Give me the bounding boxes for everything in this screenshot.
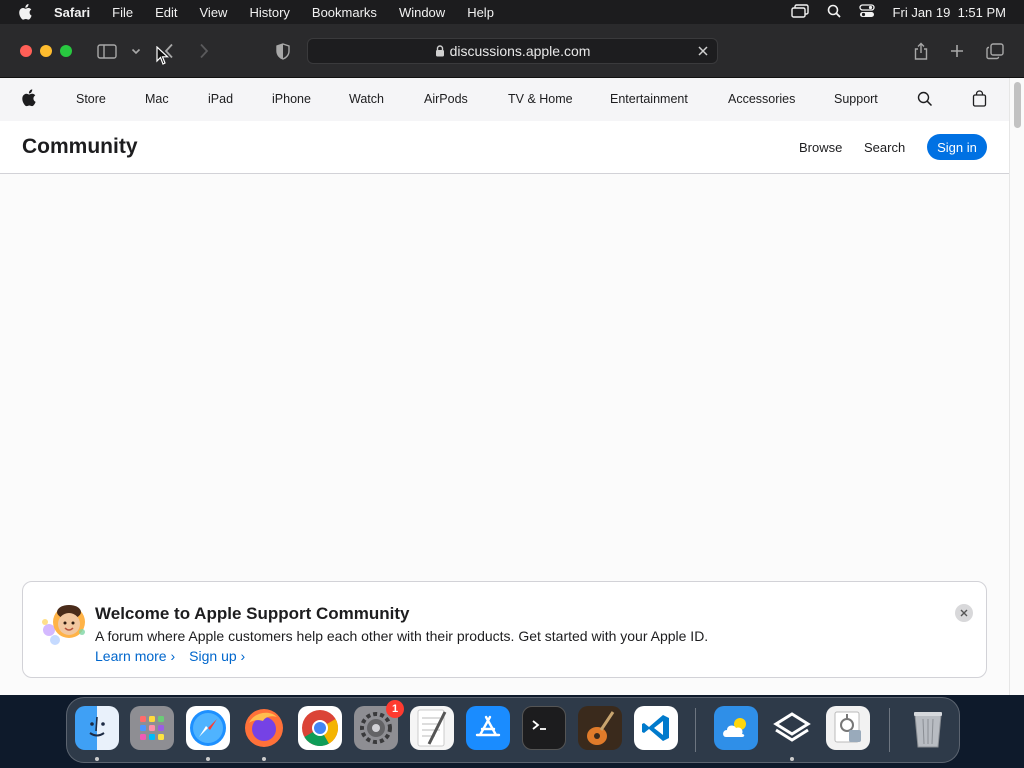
sign-up-link[interactable]: Sign up ›	[189, 648, 245, 664]
nav-airpods[interactable]: AirPods	[424, 92, 468, 106]
sign-in-button[interactable]: Sign in	[927, 134, 987, 160]
community-header: Community Browse Search Sign in	[0, 121, 1009, 174]
learn-more-link[interactable]: Learn more ›	[95, 648, 175, 664]
search-link[interactable]: Search	[864, 140, 905, 155]
memoji-avatar-icon	[39, 602, 93, 646]
url-text: discussions.apple.com	[449, 43, 591, 59]
shopping-bag-icon[interactable]	[972, 90, 987, 110]
web-viewport: Store Mac iPad iPhone Watch AirPods TV &…	[0, 78, 1009, 695]
scrollbar-thumb[interactable]	[1014, 82, 1021, 128]
menu-edit[interactable]: Edit	[155, 5, 177, 20]
welcome-links: Learn more › Sign up ›	[95, 648, 245, 664]
search-icon[interactable]	[917, 91, 933, 110]
apple-global-nav: Store Mac iPad iPhone Watch AirPods TV &…	[0, 78, 1009, 121]
safari-icon[interactable]	[186, 706, 230, 750]
trash-icon[interactable]	[906, 706, 950, 750]
menu-bar: Safari File Edit View History Bookmarks …	[0, 0, 1024, 24]
browser-toolbar: discussions.apple.com	[0, 24, 1024, 78]
firefox-running-indicator	[262, 757, 266, 761]
nav-accessories[interactable]: Accessories	[728, 92, 795, 106]
menu-view[interactable]: View	[200, 5, 228, 20]
chevron-down-icon[interactable]	[125, 40, 147, 62]
control-center-icon[interactable]	[858, 3, 875, 21]
menu-file[interactable]: File	[112, 5, 133, 20]
address-bar[interactable]: discussions.apple.com	[307, 38, 718, 64]
clear-url-icon[interactable]	[695, 43, 711, 59]
firefox-icon[interactable]	[242, 706, 286, 750]
lock-icon	[435, 45, 445, 57]
system-settings-icon[interactable]: 1	[354, 700, 404, 750]
chrome-icon[interactable]	[298, 706, 342, 750]
forward-button[interactable]	[193, 40, 215, 62]
nav-ipad[interactable]: iPad	[208, 92, 233, 106]
nav-mac[interactable]: Mac	[145, 92, 169, 106]
menu-help[interactable]: Help	[467, 5, 494, 20]
zoom-window-button[interactable]	[60, 45, 72, 57]
dock-separator-trash	[889, 708, 890, 752]
app-store-icon[interactable]	[466, 706, 510, 750]
learn-more-label: Learn more	[95, 648, 167, 664]
dock-separator	[695, 708, 696, 752]
textedit-icon[interactable]	[410, 706, 454, 750]
close-window-button[interactable]	[20, 45, 32, 57]
apple-logo-icon[interactable]	[21, 89, 36, 110]
weather-icon[interactable]	[714, 706, 758, 750]
menu-safari[interactable]: Safari	[54, 5, 90, 20]
page-scrollbar[interactable]	[1009, 78, 1024, 695]
launchpad-icon[interactable]	[130, 706, 174, 750]
page-title[interactable]: Community	[22, 135, 138, 159]
browse-link[interactable]: Browse	[799, 140, 842, 155]
nav-entertainment[interactable]: Entertainment	[610, 92, 688, 106]
spotlight-search-icon[interactable]	[827, 4, 841, 21]
terminal-icon[interactable]	[522, 706, 566, 750]
clock[interactable]: Fri Jan 19 1:51 PM	[893, 5, 1006, 20]
privacy-shield-icon[interactable]	[272, 40, 294, 62]
mouse-cursor-icon	[156, 46, 170, 65]
close-banner-button[interactable]	[955, 604, 973, 622]
sidebar-toggle-icon[interactable]	[96, 40, 118, 62]
page-content: Welcome to Apple Support Community A for…	[0, 174, 1009, 695]
nav-store[interactable]: Store	[76, 92, 106, 106]
app-running-indicator	[790, 757, 794, 761]
preview-icon[interactable]	[826, 706, 870, 750]
safari-running-indicator	[206, 757, 210, 761]
finder-running-indicator	[95, 757, 99, 761]
apple-menu-icon[interactable]	[18, 4, 36, 20]
menu-window[interactable]: Window	[399, 5, 445, 20]
nav-tv-home[interactable]: TV & Home	[508, 92, 573, 106]
welcome-title: Welcome to Apple Support Community	[95, 604, 410, 623]
tab-overview-icon[interactable]	[984, 40, 1006, 62]
garageband-icon[interactable]	[578, 706, 622, 750]
welcome-description: A forum where Apple customers help each …	[95, 628, 709, 644]
new-tab-icon[interactable]	[946, 40, 968, 62]
nav-iphone[interactable]: iPhone	[272, 92, 311, 106]
dock: 1	[66, 697, 960, 763]
nav-support[interactable]: Support	[834, 92, 878, 106]
app-icon[interactable]	[770, 706, 814, 750]
notification-badge: 1	[386, 700, 404, 718]
sign-up-label: Sign up	[189, 648, 237, 664]
finder-icon[interactable]	[75, 706, 119, 750]
nav-watch[interactable]: Watch	[349, 92, 384, 106]
menu-history[interactable]: History	[249, 5, 289, 20]
vscode-icon[interactable]	[634, 706, 678, 750]
minimize-window-button[interactable]	[40, 45, 52, 57]
menu-bookmarks[interactable]: Bookmarks	[312, 5, 377, 20]
welcome-banner: Welcome to Apple Support Community A for…	[22, 581, 987, 678]
screen-mirroring-icon[interactable]	[790, 3, 809, 21]
share-icon[interactable]	[910, 40, 932, 62]
